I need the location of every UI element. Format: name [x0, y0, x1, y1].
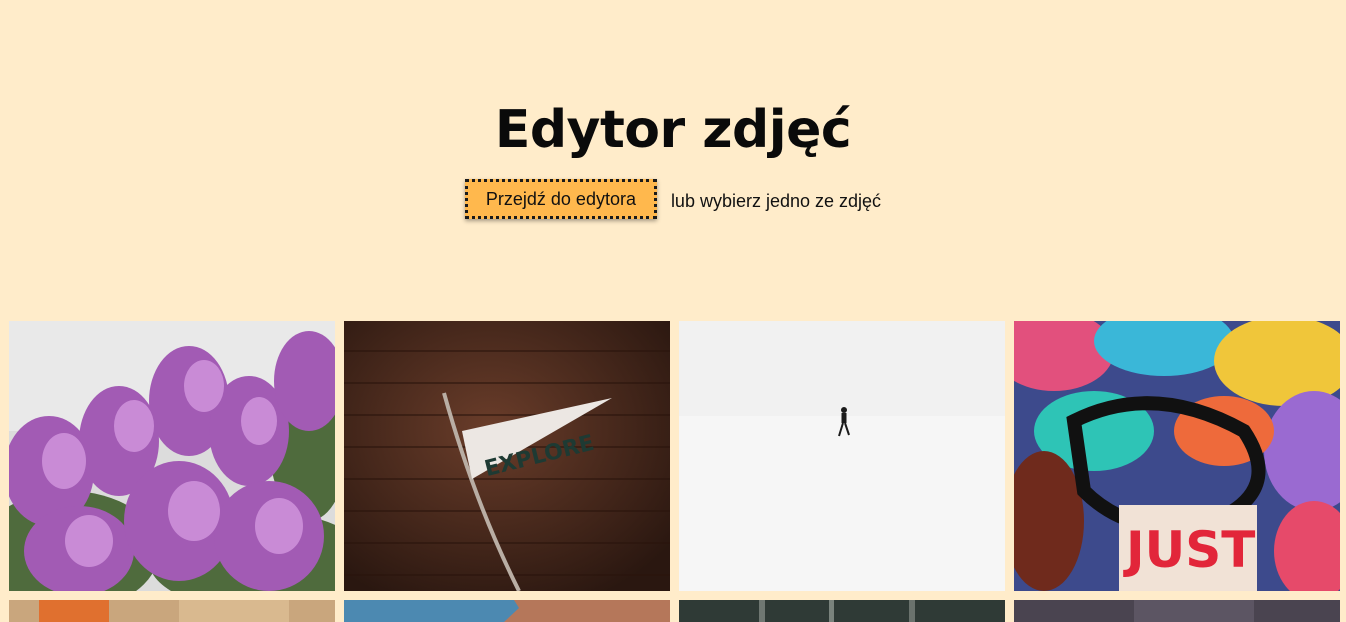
building-sky-image	[344, 600, 670, 622]
photo-gallery: EXPLORE JUST	[0, 321, 1346, 622]
page-title: Edytor zdjęć	[494, 100, 852, 160]
action-row: Przejdź do edytora lub wybierz jedno ze …	[0, 179, 1346, 219]
go-to-editor-button[interactable]: Przejdź do edytora	[464, 179, 657, 219]
gallery-photo-building[interactable]	[344, 600, 670, 622]
graffiti-image: JUST	[1014, 321, 1340, 591]
snow-walker-image	[679, 321, 1005, 591]
blurred-orange-image	[9, 600, 335, 622]
gallery-photo-snow[interactable]	[679, 321, 1005, 591]
forest-image	[679, 600, 1005, 622]
gallery-photo-dark[interactable]	[1014, 600, 1340, 622]
hero-section: Edytor zdjęć Przejdź do edytora lub wybi…	[0, 0, 1346, 312]
gallery-photo-lilac[interactable]	[9, 321, 335, 591]
gallery-photo-blurred-orange[interactable]	[9, 600, 335, 622]
gallery-photo-forest[interactable]	[679, 600, 1005, 622]
choose-photo-hint: lub wybierz jedno ze zdjęć	[670, 190, 882, 211]
graffiti-text: JUST	[1123, 521, 1255, 579]
gallery-photo-graffiti[interactable]: JUST	[1014, 321, 1340, 591]
lilac-image	[9, 321, 335, 591]
explore-pennant-image: EXPLORE	[344, 321, 670, 591]
gallery-photo-explore[interactable]: EXPLORE	[344, 321, 670, 591]
dark-image	[1014, 600, 1340, 622]
